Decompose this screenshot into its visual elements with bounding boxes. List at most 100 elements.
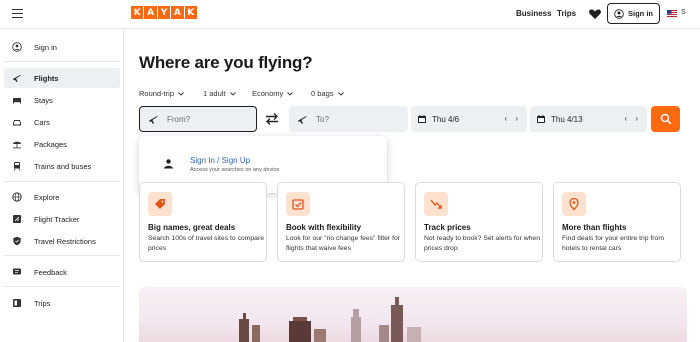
card-icon-badge <box>562 192 586 216</box>
kayak-logo[interactable]: K A Y A K <box>131 6 197 19</box>
map-pin-icon <box>569 197 579 211</box>
sidebar-item-travel-restrictions[interactable]: Travel Restrictions <box>4 231 120 251</box>
sign-in-sign-up-link[interactable]: Sign In / Sign Up <box>190 156 250 165</box>
sign-in-button[interactable]: Sign in <box>607 3 660 24</box>
from-placeholder: From? <box>167 114 191 124</box>
sidebar-item-label: Trains and buses <box>34 161 92 171</box>
bed-icon <box>13 98 21 104</box>
chevron-down-icon <box>287 91 294 96</box>
sidebar-item-sign-in[interactable]: Sign in <box>4 37 120 57</box>
page-title: Where are you flying? <box>139 53 313 72</box>
chevron-down-icon <box>229 91 236 96</box>
card-title: Book with flexibility <box>286 223 362 232</box>
language-label[interactable]: S <box>681 9 686 16</box>
return-date-value: Thu 4/13 <box>551 114 583 124</box>
sidebar-item-label: Sign in <box>34 42 57 52</box>
sign-in-label: Sign in <box>628 9 653 18</box>
cabin-class-value: Economy <box>252 89 284 98</box>
heart-icon[interactable] <box>588 7 602 21</box>
main-content: Where are you flying? Round-trip 1 adult… <box>125 29 700 342</box>
card-description: Not ready to book? Set alerts for when p… <box>424 235 540 252</box>
from-input[interactable]: From? <box>139 106 257 132</box>
trips-icon <box>13 299 21 307</box>
return-date-field[interactable]: Thu 4/13 ‹ › <box>530 106 647 132</box>
travelers-value: 1 adult <box>203 89 226 98</box>
feature-card-flexibility[interactable]: Book with flexibility Look for our "no c… <box>277 182 405 262</box>
search-icon <box>660 113 671 125</box>
person-icon <box>164 159 173 169</box>
sidebar-item-packages[interactable]: Packages <box>4 134 120 154</box>
sign-in-link[interactable]: Sign In <box>190 156 215 165</box>
user-circle-icon <box>614 8 624 19</box>
sidebar-item-flight-tracker[interactable]: Flight Tracker <box>4 209 120 229</box>
trip-type-value: Round-trip <box>139 89 175 98</box>
sidebar-item-label: Flights <box>34 73 59 83</box>
chevron-down-icon <box>178 91 184 96</box>
sidebar: Sign in Flights Stays Cars Packages Trai… <box>0 29 124 342</box>
chevron-down-icon <box>337 91 344 96</box>
tag-icon <box>155 199 165 209</box>
trip-type-select[interactable]: Round-trip <box>139 89 184 98</box>
train-icon <box>13 162 21 171</box>
logo-letter: K <box>131 6 144 19</box>
sidebar-item-trains-and-buses[interactable]: Trains and buses <box>4 156 120 176</box>
sidebar-divider <box>4 181 120 182</box>
depart-date-field[interactable]: Thu 4/6 ‹ › <box>411 106 527 132</box>
date-arrows[interactable]: ‹ › <box>624 114 641 123</box>
sidebar-item-explore[interactable]: Explore <box>4 187 120 207</box>
logo-letter: K <box>184 6 197 19</box>
date-arrows[interactable]: ‹ › <box>504 114 521 123</box>
sidebar-item-cars[interactable]: Cars <box>4 112 120 132</box>
sidebar-divider <box>4 61 120 62</box>
sidebar-item-feedback[interactable]: Feedback <box>4 262 120 282</box>
sidebar-item-label: Explore <box>34 192 60 202</box>
logo-letter: A <box>144 6 157 19</box>
sidebar-item-label: Trips <box>34 298 51 308</box>
bags-value: 0 bags <box>311 89 334 98</box>
city-skyline-illustration <box>239 297 421 342</box>
feature-card-more-than-flights[interactable]: More than flights Find deals for your en… <box>553 182 681 262</box>
menu-icon[interactable] <box>12 9 23 19</box>
plane-icon <box>13 74 21 82</box>
logo-letter: A <box>171 6 184 19</box>
user-circle-icon <box>12 42 22 52</box>
travelers-select[interactable]: 1 adult <box>203 89 236 98</box>
swap-icon[interactable] <box>264 112 280 126</box>
search-button[interactable] <box>651 106 680 132</box>
card-title: More than flights <box>562 223 627 232</box>
sidebar-item-label: Travel Restrictions <box>34 236 96 246</box>
sidebar-item-flights[interactable]: Flights <box>4 68 120 88</box>
calendar-icon <box>418 115 426 123</box>
business-link[interactable]: Business <box>516 9 552 18</box>
sidebar-item-trips[interactable]: Trips <box>4 293 120 313</box>
bags-select[interactable]: 0 bags <box>311 89 344 98</box>
plane-icon <box>149 115 158 124</box>
card-title: Big names, great deals <box>148 223 236 232</box>
sidebar-item-stays[interactable]: Stays <box>4 90 120 110</box>
sidebar-item-label: Cars <box>34 117 50 127</box>
feature-card-deals[interactable]: Big names, great deals Search 100s of tr… <box>139 182 267 262</box>
price-trend-icon <box>430 199 442 209</box>
umbrella-icon <box>13 141 21 149</box>
sidebar-divider <box>4 286 120 287</box>
link-separator: / <box>214 156 222 165</box>
sidebar-item-label: Flight Tracker <box>34 214 80 224</box>
to-input[interactable]: To? <box>289 106 408 132</box>
feature-card-track-prices[interactable]: Track prices Not ready to book? Set aler… <box>415 182 543 262</box>
to-placeholder: To? <box>316 114 329 124</box>
sidebar-item-label: Stays <box>34 95 53 105</box>
us-flag-icon[interactable] <box>667 10 677 17</box>
card-description: Search 100s of travel sites to compare p… <box>148 235 264 252</box>
shield-icon <box>13 236 21 246</box>
flight-tracker-icon <box>13 215 21 223</box>
flex-calendar-icon <box>292 199 304 210</box>
card-description: Look for our "no change fees" filter for… <box>286 235 401 252</box>
card-title: Track prices <box>424 223 471 232</box>
cabin-class-select[interactable]: Economy <box>252 89 294 98</box>
card-icon-badge <box>148 192 172 216</box>
trips-link[interactable]: Trips <box>557 9 576 18</box>
plane-landing-icon <box>298 115 307 124</box>
sidebar-item-label: Feedback <box>34 267 67 277</box>
sign-up-link[interactable]: Sign Up <box>222 156 250 165</box>
sign-in-subtext: Access your searches on any device <box>190 167 280 173</box>
